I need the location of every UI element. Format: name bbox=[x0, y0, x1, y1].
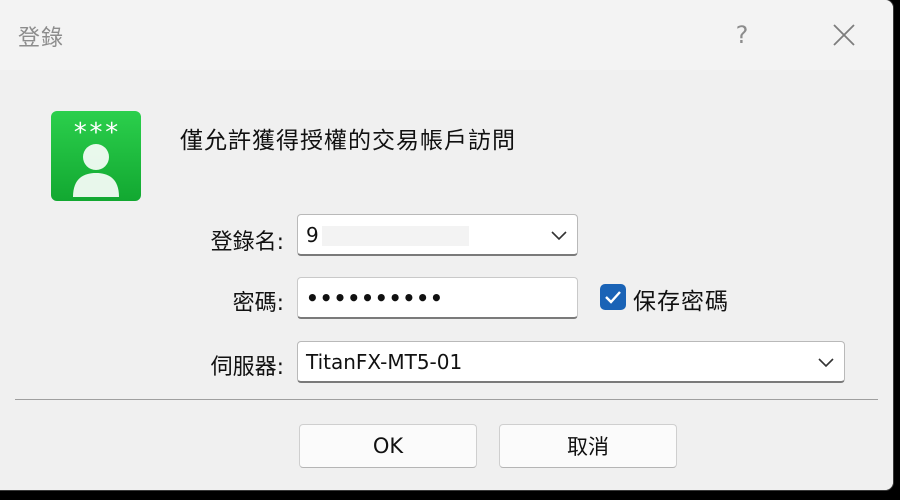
ok-button[interactable]: OK bbox=[299, 424, 477, 468]
close-button[interactable] bbox=[818, 14, 870, 56]
login-icon-stars: *** bbox=[73, 118, 120, 148]
password-field[interactable]: •••••••••• bbox=[297, 277, 578, 319]
close-icon bbox=[833, 24, 855, 46]
login-label: 登錄名: bbox=[210, 230, 284, 255]
server-value: TitanFX-MT5-01 bbox=[306, 350, 463, 374]
save-password-label[interactable]: 保存密碼 bbox=[633, 282, 729, 316]
login-user-icon: *** bbox=[51, 111, 141, 201]
password-label: 密碼: bbox=[232, 291, 284, 316]
login-dialog: 登錄 ? *** 僅允許獲得授權的交易帳戶訪問 登錄名: 9 密碼: •••••… bbox=[0, 0, 893, 490]
chevron-down-icon[interactable] bbox=[549, 225, 569, 245]
title-bar: 登錄 ? bbox=[0, 0, 893, 70]
save-password-checkbox[interactable] bbox=[600, 284, 626, 310]
dialog-title: 登錄 bbox=[18, 26, 65, 51]
chevron-down-icon[interactable] bbox=[816, 352, 836, 372]
server-label: 伺服器: bbox=[210, 355, 284, 380]
checkmark-icon bbox=[605, 291, 621, 304]
login-value: 9 bbox=[306, 223, 319, 247]
server-combobox[interactable]: TitanFX-MT5-01 bbox=[297, 341, 845, 383]
divider bbox=[15, 399, 878, 400]
help-button[interactable]: ? bbox=[716, 14, 768, 56]
cancel-button[interactable]: 取消 bbox=[499, 424, 677, 468]
help-icon: ? bbox=[735, 21, 749, 49]
access-message: 僅允許獲得授權的交易帳戶訪問 bbox=[180, 128, 516, 154]
redacted-login-mask bbox=[322, 226, 469, 246]
